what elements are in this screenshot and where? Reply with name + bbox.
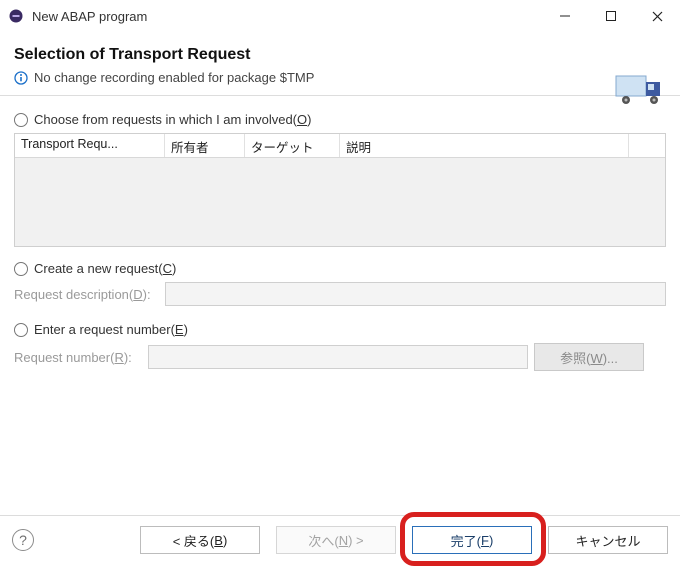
label-text: )...: [603, 351, 618, 366]
label-text: ): [184, 322, 188, 337]
window-title: New ABAP program: [32, 9, 542, 24]
table-body-empty: [15, 158, 665, 246]
request-number-input[interactable]: [148, 345, 528, 369]
label-text: ):: [124, 350, 132, 365]
dialog-content: Choose from requests in which I am invol…: [0, 96, 680, 371]
info-text: No change recording enabled for package …: [34, 70, 314, 85]
radio-enter-input[interactable]: [14, 323, 28, 337]
label-text: ): [223, 533, 227, 548]
label-text: 次へ(: [308, 531, 338, 550]
table-header-row: Transport Requ... 所有者 ターゲット 説明: [15, 134, 665, 158]
request-number-label: Request number(R):: [14, 350, 142, 365]
label-text: ): [489, 533, 493, 548]
label-text: Request description(: [14, 287, 133, 302]
requests-table[interactable]: Transport Requ... 所有者 ターゲット 説明: [14, 133, 666, 247]
close-button[interactable]: [634, 0, 680, 32]
wizard-buttons: < 戻る(B) 次へ(N) > 完了(F) キャンセル: [140, 526, 668, 554]
minimize-button[interactable]: [542, 0, 588, 32]
col-spacer: [629, 134, 665, 157]
mnemonic: O: [297, 112, 307, 127]
help-button[interactable]: ?: [12, 529, 34, 551]
mnemonic: W: [590, 351, 602, 366]
mnemonic: R: [114, 350, 123, 365]
window-controls: [542, 0, 680, 32]
info-message: No change recording enabled for package …: [14, 70, 666, 85]
radio-enter-label: Enter a request number(E): [34, 322, 188, 337]
label-text: ) >: [348, 533, 364, 548]
back-button[interactable]: < 戻る(B): [140, 526, 260, 554]
label-text: Request number(: [14, 350, 114, 365]
radio-create-label: Create a new request(C): [34, 261, 176, 276]
radio-choose-label: Choose from requests in which I am invol…: [34, 112, 311, 127]
radio-choose-from-requests[interactable]: Choose from requests in which I am invol…: [14, 112, 666, 127]
label-text: Create a new request(: [34, 261, 163, 276]
info-icon: [14, 71, 28, 85]
request-description-input[interactable]: [165, 282, 666, 306]
cancel-button[interactable]: キャンセル: [548, 526, 668, 554]
col-target[interactable]: ターゲット: [245, 134, 340, 157]
app-icon: [8, 8, 24, 24]
radio-create-new-request[interactable]: Create a new request(C): [14, 261, 666, 276]
next-button[interactable]: 次へ(N) >: [276, 526, 396, 554]
label-text: ): [172, 261, 176, 276]
mnemonic: C: [163, 261, 172, 276]
maximize-button[interactable]: [588, 0, 634, 32]
finish-button[interactable]: 完了(F): [412, 526, 532, 554]
label-text: < 戻る(: [173, 531, 215, 550]
dialog-header: Selection of Transport Request No change…: [0, 32, 680, 96]
radio-enter-request-number[interactable]: Enter a request number(E): [14, 322, 666, 337]
finish-highlight: 完了(F): [412, 526, 532, 554]
dialog-footer: ? < 戻る(B) 次へ(N) > 完了(F) キャンセル: [0, 515, 680, 566]
request-description-label: Request description(D):: [14, 287, 159, 302]
label-text: Enter a request number(: [34, 322, 175, 337]
window-titlebar: New ABAP program: [0, 0, 680, 32]
radio-choose-input[interactable]: [14, 113, 28, 127]
label-text: 参照(: [560, 351, 590, 366]
col-owner[interactable]: 所有者: [165, 134, 245, 157]
browse-button[interactable]: 参照(W)...: [534, 343, 644, 371]
radio-create-input[interactable]: [14, 262, 28, 276]
label-text: ): [307, 112, 311, 127]
mnemonic: E: [175, 322, 184, 337]
truck-icon: [614, 70, 670, 113]
mnemonic: F: [481, 533, 489, 548]
label-text: 完了(: [451, 531, 481, 550]
mnemonic: N: [339, 533, 348, 548]
mnemonic: B: [214, 533, 223, 548]
label-text: キャンセル: [575, 531, 640, 550]
col-description[interactable]: 説明: [340, 134, 629, 157]
page-title: Selection of Transport Request: [14, 46, 666, 64]
col-transport-request[interactable]: Transport Requ...: [15, 134, 165, 157]
request-number-row: Request number(R): 参照(W)...: [14, 343, 666, 371]
request-description-row: Request description(D):: [14, 282, 666, 306]
label-text: Choose from requests in which I am invol…: [34, 112, 297, 127]
mnemonic: D: [133, 287, 142, 302]
label-text: ):: [143, 287, 151, 302]
